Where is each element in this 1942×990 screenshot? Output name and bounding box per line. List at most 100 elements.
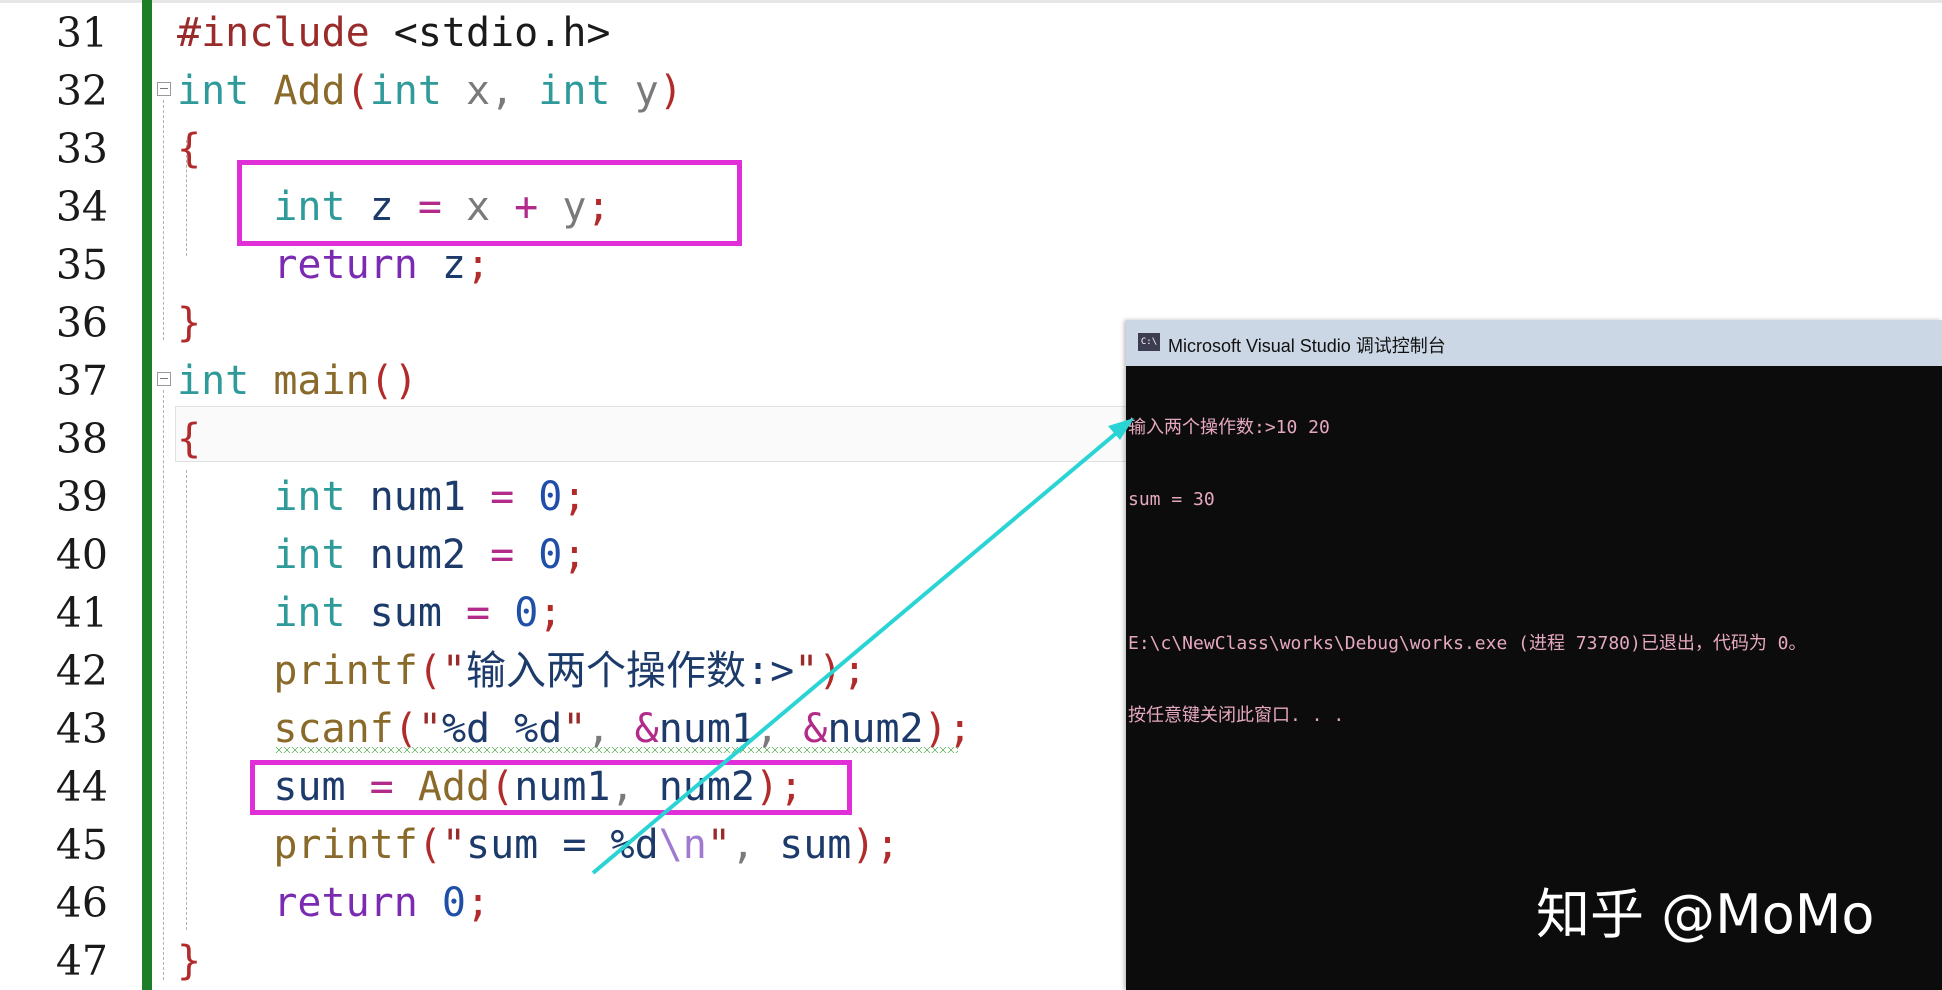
highlight-box-add-call — [250, 760, 852, 815]
code-token: = — [466, 590, 491, 636]
code-token: ) — [658, 68, 683, 114]
code-token: 输入两个操作数:> — [466, 648, 795, 694]
code-text[interactable]: int main() — [177, 352, 418, 410]
warning-squiggle — [275, 747, 958, 753]
code-text[interactable]: } — [177, 294, 201, 352]
code-token: sum — [779, 822, 852, 868]
code-token: 0 — [441, 880, 467, 926]
code-text[interactable]: int num1 = 0; — [177, 468, 586, 526]
console-titlebar[interactable]: C:\ Microsoft Visual Studio 调试控制台 — [1126, 320, 1942, 366]
code-line[interactable]: 31 #include <stdio.h> — [0, 4, 1942, 62]
code-token: int — [369, 68, 442, 114]
code-text[interactable]: printf("输入两个操作数:>"); — [177, 642, 866, 700]
code-token: ( — [345, 68, 370, 114]
code-token: sum — [345, 590, 466, 636]
code-token: return — [273, 242, 418, 288]
code-token: sum = %d — [466, 822, 659, 868]
code-token: ); — [923, 706, 972, 752]
console-title: Microsoft Visual Studio 调试控制台 — [1168, 336, 1446, 356]
code-text[interactable]: } — [177, 932, 201, 990]
code-token: y — [610, 68, 659, 114]
code-token: %d %d — [441, 706, 563, 752]
code-token: scanf — [273, 706, 394, 752]
code-token: " — [417, 706, 442, 752]
line-number: 45 — [55, 821, 108, 869]
line-number: 34 — [55, 183, 108, 231]
code-token: z — [417, 242, 466, 288]
code-token: { — [177, 126, 202, 172]
console-line: sum = 30 — [1128, 489, 1215, 510]
code-token: } — [177, 938, 202, 984]
console-output: 输入两个操作数:>10 20 sum = 30 E:\c\NewClass\wo… — [1128, 368, 1940, 776]
code-token: } — [177, 300, 202, 346]
code-token: num1 — [658, 706, 756, 752]
code-token: ; — [562, 532, 587, 578]
code-token: ( — [393, 706, 418, 752]
line-number: 41 — [55, 589, 108, 637]
code-token: printf — [273, 822, 418, 868]
code-token: int — [177, 68, 250, 114]
code-text[interactable]: int num2 = 0; — [177, 526, 586, 584]
code-token: " — [441, 822, 467, 868]
code-token: ; — [466, 880, 491, 926]
code-text[interactable]: printf("sum = %d\n", sum); — [177, 816, 900, 874]
line-number: 47 — [55, 937, 108, 985]
code-token: 0 — [514, 590, 539, 636]
highlight-box-add-body — [237, 160, 742, 246]
code-token: ); — [818, 648, 867, 694]
code-token: = — [490, 532, 515, 578]
console-line: 输入两个操作数:>10 20 — [1128, 417, 1330, 438]
line-number: 31 — [55, 9, 108, 57]
code-token: int — [273, 532, 346, 578]
code-text[interactable]: #include <stdio.h> — [177, 4, 611, 62]
code-token: printf — [273, 648, 418, 694]
code-token: ; — [562, 474, 587, 520]
code-token: #include — [177, 10, 394, 56]
code-line[interactable]: 32 int Add(int x, int y) — [0, 62, 1942, 120]
line-number: 35 — [55, 241, 108, 289]
code-text[interactable]: { — [177, 410, 201, 468]
code-token: , — [730, 822, 780, 868]
watermark: 知乎 @MoMo — [1536, 883, 1875, 946]
code-token: " — [562, 706, 587, 752]
code-token: \n — [658, 822, 707, 868]
code-token: Add — [273, 68, 346, 114]
line-number: 36 — [55, 299, 108, 347]
line-number: 40 — [55, 531, 108, 579]
code-token: , — [755, 706, 804, 752]
code-token: return — [273, 880, 418, 926]
code-token: int — [273, 474, 346, 520]
console-line: E:\c\NewClass\works\Debug\works.exe (进程 … — [1128, 633, 1807, 654]
code-token: int — [273, 590, 346, 636]
code-text[interactable]: return 0; — [177, 874, 490, 932]
code-text[interactable]: int sum = 0; — [177, 584, 562, 642]
code-token: ); — [851, 822, 900, 868]
code-token: ( — [417, 648, 442, 694]
code-text[interactable]: int Add(int x, int y) — [177, 62, 683, 120]
code-token: ; — [466, 242, 491, 288]
code-token: <stdio.h> — [393, 10, 611, 56]
line-number: 43 — [55, 705, 108, 753]
code-token: x, — [441, 68, 539, 114]
code-token: num1 — [345, 474, 491, 520]
console-app-icon: C:\ — [1138, 333, 1160, 351]
line-number: 33 — [55, 125, 108, 173]
code-token: , — [586, 706, 635, 752]
code-token: 0 — [538, 532, 563, 578]
code-token: " — [441, 648, 467, 694]
code-token: int — [177, 358, 250, 404]
code-token: main — [273, 358, 370, 404]
code-text[interactable]: { — [177, 120, 201, 178]
editor-top-border — [0, 0, 1942, 3]
